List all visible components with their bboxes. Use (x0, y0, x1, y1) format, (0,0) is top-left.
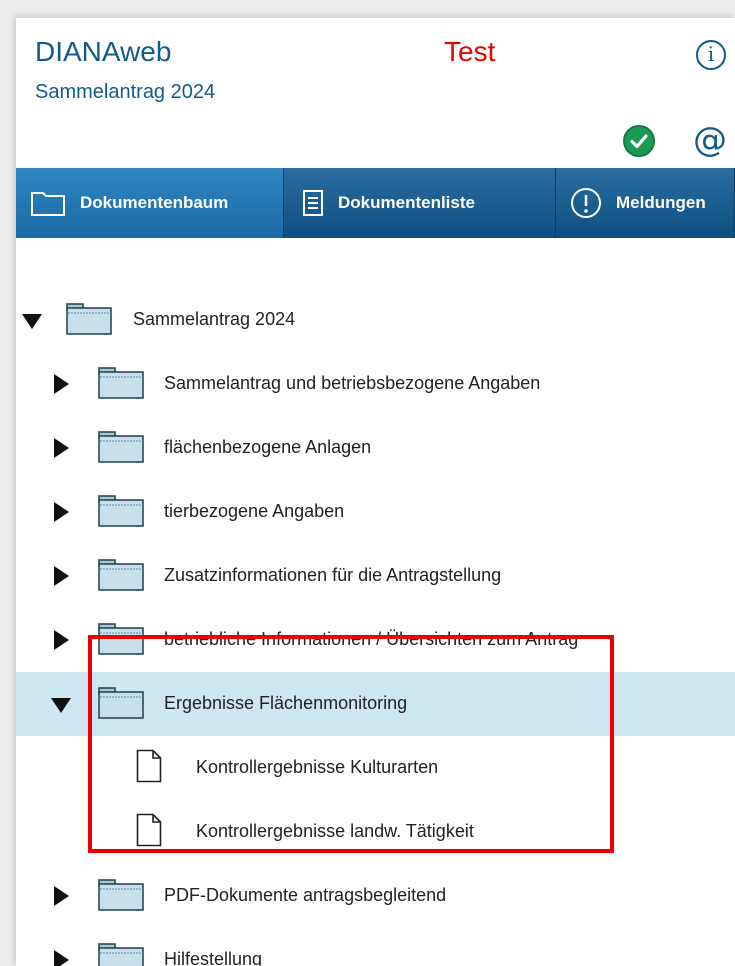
folder-icon (98, 623, 144, 655)
app-header: DIANAweb Sammelantrag 2024 Test i @ (16, 18, 735, 166)
exclamation-circle-icon (571, 188, 601, 218)
tab-bar: Dokumentenbaum Dokumentenliste Meldungen (16, 168, 735, 238)
tree-node-label: Zusatzinformationen für die Antragstellu… (164, 565, 502, 585)
document-icon (136, 749, 162, 783)
folder-icon (66, 303, 112, 335)
tree-node[interactable]: flächenbezogene Anlagen (16, 416, 735, 480)
at-icon[interactable]: @ (693, 120, 727, 160)
folder-icon (98, 367, 144, 399)
tree-node[interactable]: betriebliche Informationen / Übersichten… (16, 608, 735, 672)
app-subtitle: Sammelantrag 2024 (35, 81, 216, 103)
expand-toggle-icon[interactable] (51, 698, 71, 713)
tree-node[interactable]: Hilfestellung (16, 928, 735, 966)
tab-label: Meldungen (616, 193, 706, 212)
tree-node-label: flächenbezogene Anlagen (164, 437, 372, 457)
environment-label: Test (444, 36, 496, 67)
tree-node-root[interactable]: Sammelantrag 2024 (16, 288, 735, 352)
tree-node-label: tierbezogene Angaben (164, 501, 345, 521)
expand-toggle-icon[interactable] (54, 566, 69, 586)
tree-node[interactable]: tierbezogene Angaben (16, 480, 735, 544)
folder-icon (98, 687, 144, 719)
tree-node-label: Sammelantrag und betriebsbezogene Angabe… (164, 373, 541, 393)
tab-dokumentenliste[interactable]: Dokumentenliste (284, 168, 556, 238)
tree-node-label: Hilfestellung (164, 949, 263, 966)
folder-icon (98, 943, 144, 966)
expand-toggle-icon[interactable] (54, 502, 69, 522)
expand-toggle-icon[interactable] (54, 886, 69, 906)
tree-node[interactable]: Sammelantrag und betriebsbezogene Angabe… (16, 352, 735, 416)
document-icon (136, 813, 162, 847)
tree-node-label: PDF-Dokumente antragsbegleitend (164, 885, 447, 905)
expand-toggle-icon[interactable] (54, 374, 69, 394)
expand-toggle-icon[interactable] (54, 630, 69, 650)
tree-node-selected[interactable]: Ergebnisse Flächenmonitoring (16, 672, 735, 736)
tab-meldungen[interactable]: Meldungen (556, 168, 735, 238)
document-list-icon (303, 190, 323, 216)
info-icon[interactable]: i (696, 40, 726, 70)
tree-node-label: Ergebnisse Flächenmonitoring (164, 693, 408, 713)
folder-icon (98, 879, 144, 911)
expand-toggle-icon[interactable] (22, 314, 42, 329)
check-circle-icon[interactable] (623, 125, 655, 157)
folder-icon (98, 431, 144, 463)
expand-toggle-icon[interactable] (54, 438, 69, 458)
tree-node-label: Sammelantrag 2024 (133, 309, 296, 329)
tree-leaf-document[interactable]: Kontrollergebnisse landw. Tätigkeit (16, 800, 735, 864)
folder-outline-icon (31, 192, 65, 216)
tree-node[interactable]: PDF-Dokumente antragsbegleitend (16, 864, 735, 928)
tree-node-label: betriebliche Informationen / Übersichten… (164, 629, 579, 649)
tab-label: Dokumentenbaum (80, 193, 229, 212)
folder-icon (98, 559, 144, 591)
tree-leaf-label: Kontrollergebnisse landw. Tätigkeit (196, 821, 474, 841)
tree-node[interactable]: Zusatzinformationen für die Antragstellu… (16, 544, 735, 608)
tree-leaf-document[interactable]: Kontrollergebnisse Kulturarten (16, 736, 735, 800)
expand-toggle-icon[interactable] (54, 950, 69, 966)
tab-dokumentenbaum[interactable]: Dokumentenbaum (16, 168, 284, 238)
tab-label: Dokumentenliste (338, 193, 475, 212)
tree-leaf-label: Kontrollergebnisse Kulturarten (196, 757, 439, 777)
folder-icon (98, 495, 144, 527)
app-title: DIANAweb (35, 36, 172, 67)
app-window: DIANAweb Sammelantrag 2024 Test i @ Doku… (16, 18, 735, 966)
